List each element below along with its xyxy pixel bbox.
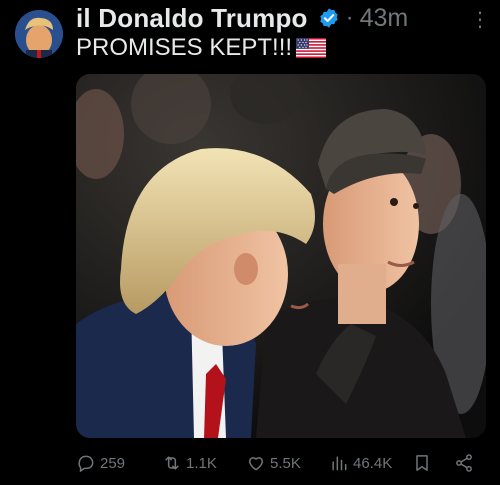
views-count: 46.4K [353, 454, 393, 472]
more-options-icon[interactable]: ⋮ [470, 10, 490, 30]
us-flag-emoji-icon [296, 38, 327, 58]
repost-button[interactable]: 1.1K [162, 450, 217, 476]
tweet-text: PROMISES KEPT!!! [76, 34, 327, 62]
share-icon [456, 454, 472, 472]
share-button[interactable] [454, 450, 474, 476]
like-count: 5.5K [270, 454, 301, 472]
tweet-text-content: PROMISES KEPT!!! [76, 34, 293, 61]
verified-badge-icon [319, 8, 338, 28]
post-time[interactable]: 43m [360, 4, 409, 33]
photo-illustration [76, 74, 486, 438]
views-chart-icon [332, 456, 347, 471]
bookmark-icon [416, 455, 428, 471]
tweet[interactable]: il Donaldo Trumpo · 43m ⋮ PROMISES KEPT!… [0, 0, 500, 485]
display-name[interactable]: il Donaldo Trumpo [76, 3, 308, 34]
like-button[interactable]: 5.5K [246, 450, 301, 476]
views-button[interactable]: 46.4K [329, 450, 392, 476]
reply-button[interactable]: 259 [76, 450, 125, 476]
repost-count: 1.1K [186, 454, 217, 472]
avatar-image [15, 10, 63, 58]
action-bar: 259 1.1K 5.5K 46.4K [76, 450, 486, 476]
post-image[interactable] [76, 74, 486, 438]
repost-icon [165, 456, 179, 470]
tweet-header: il Donaldo Trumpo · 43m [76, 2, 408, 34]
reply-icon [78, 455, 94, 473]
bookmark-button[interactable] [412, 450, 432, 476]
heart-icon [248, 457, 264, 471]
reply-count: 259 [100, 454, 126, 472]
header-separator: · [345, 4, 354, 31]
avatar[interactable] [15, 10, 63, 58]
